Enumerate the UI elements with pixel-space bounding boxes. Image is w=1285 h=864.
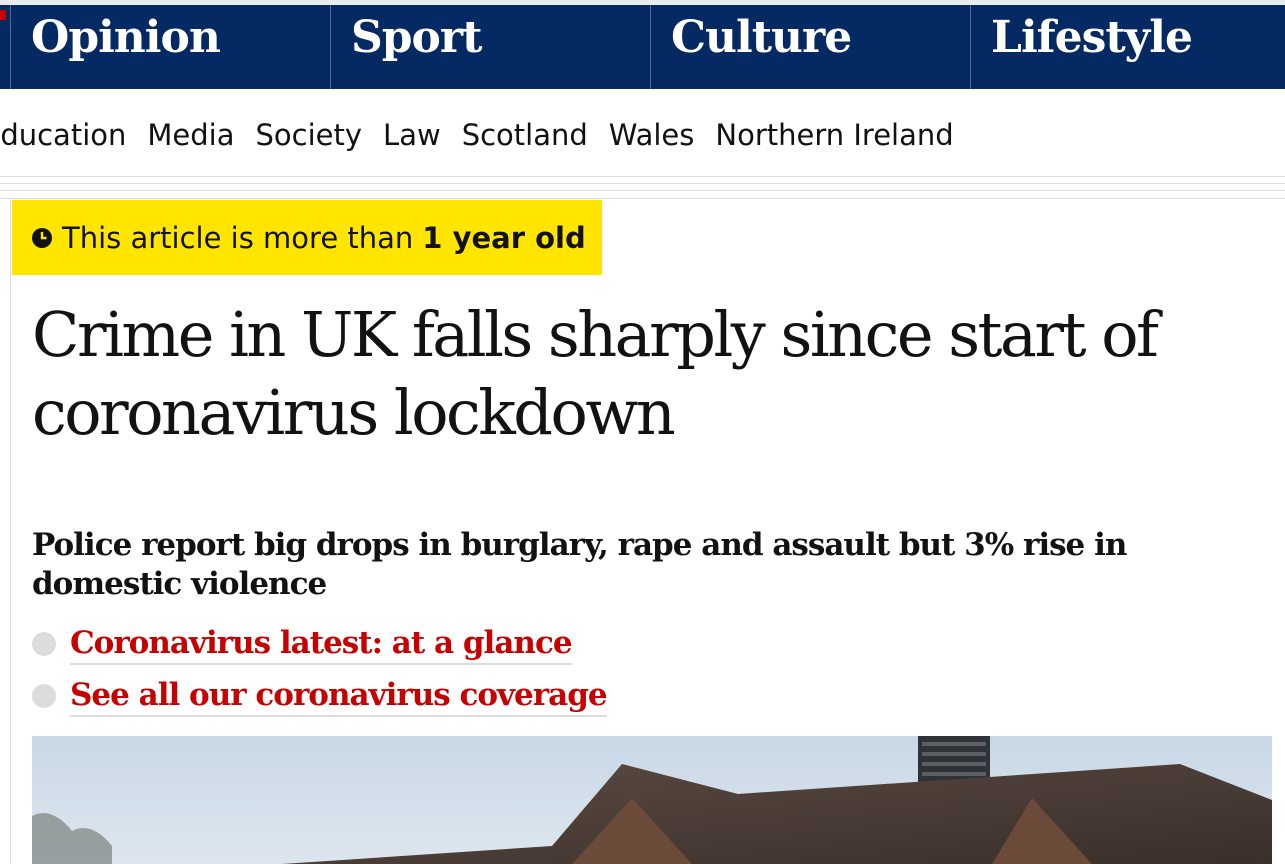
nav-pillar-lifestyle[interactable]: Lifestyle xyxy=(970,5,1285,89)
divider xyxy=(0,183,1285,184)
divider xyxy=(0,198,1285,199)
nav-pillar-culture[interactable]: Culture xyxy=(650,5,970,89)
bullet-icon xyxy=(32,684,56,708)
article-standfirst: Police report big drops in burglary, rap… xyxy=(32,527,1127,602)
nav-pillar-sport[interactable]: Sport xyxy=(330,5,650,89)
subnav-item-education[interactable]: Education xyxy=(0,115,126,155)
article-headline: Crime in UK falls sharply since start of… xyxy=(32,298,1159,449)
divider xyxy=(0,190,1285,191)
related-links: Coronavirus latest: at a glance See all … xyxy=(32,618,608,722)
pillar-indicator xyxy=(0,10,6,20)
related-link-latest[interactable]: Coronavirus latest: at a glance xyxy=(70,623,573,665)
nav-pillar-opinion[interactable]: Opinion xyxy=(10,5,330,89)
article-age-warning: This article is more than 1 year old xyxy=(12,200,602,275)
subnav-item-society[interactable]: Society xyxy=(256,115,363,155)
bullet-icon xyxy=(32,632,56,656)
section-subnav: Education Media Society Law Scotland Wal… xyxy=(0,89,1285,175)
list-item: See all our coronavirus coverage xyxy=(32,670,608,722)
pillar-navigation: Opinion Sport Culture Lifestyle xyxy=(0,0,1285,89)
age-warning-emphasis: 1 year old xyxy=(422,220,586,255)
subnav-item-media[interactable]: Media xyxy=(147,115,234,155)
article-column-border xyxy=(10,199,11,864)
clock-icon xyxy=(32,227,52,248)
related-link-coverage[interactable]: See all our coronavirus coverage xyxy=(70,675,608,717)
article-main-image xyxy=(32,736,1272,864)
subnav-item-scotland[interactable]: Scotland xyxy=(462,115,588,155)
age-warning-text: This article is more than xyxy=(62,220,414,255)
subnav-item-wales[interactable]: Wales xyxy=(609,115,695,155)
house-photo xyxy=(32,736,1272,864)
divider xyxy=(0,176,1285,177)
subnav-list: Education Media Society Law Scotland Wal… xyxy=(0,115,975,155)
subnav-item-northern-ireland[interactable]: Northern Ireland xyxy=(715,115,953,155)
list-item: Coronavirus latest: at a glance xyxy=(32,618,607,670)
subnav-item-law[interactable]: Law xyxy=(383,115,441,155)
